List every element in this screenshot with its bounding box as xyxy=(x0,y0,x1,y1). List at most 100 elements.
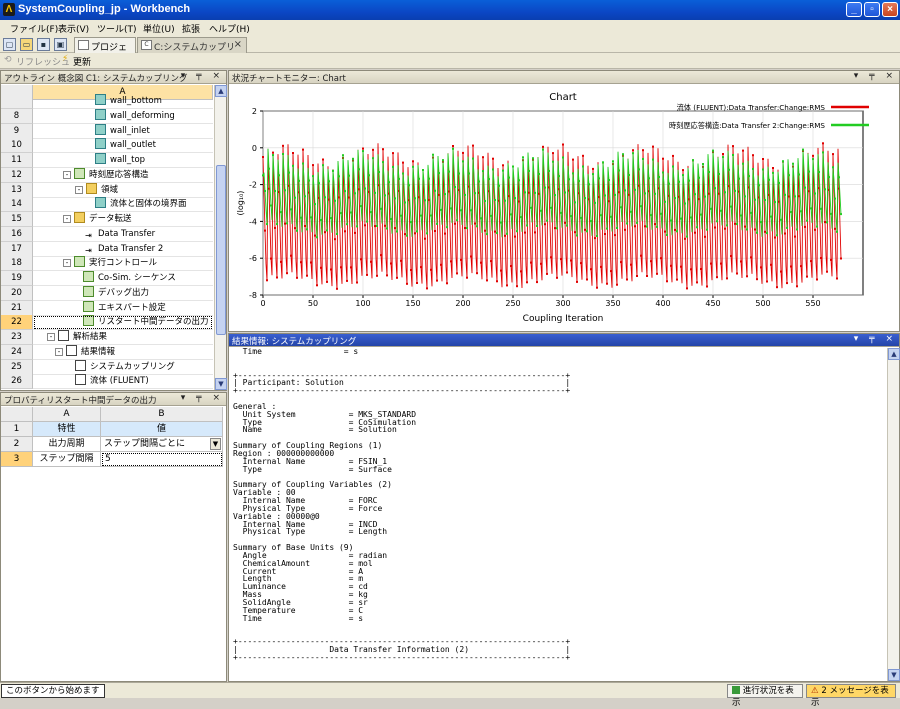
minimize-button[interactable]: _ xyxy=(846,2,862,17)
collapse-toggle-icon[interactable]: - xyxy=(63,259,71,267)
outline-tree-item[interactable]: wall_deforming xyxy=(33,109,213,124)
outline-tree-item[interactable]: - データ転送 xyxy=(33,212,213,227)
collapse-toggle-icon[interactable]: - xyxy=(63,215,71,223)
output-frequency-select[interactable]: ステップ間隔ごとに ▼ xyxy=(101,437,223,452)
outline-tree-item[interactable]: エキスパート設定 xyxy=(33,301,213,316)
outline-tree-item[interactable]: - 解析結果 xyxy=(33,330,213,345)
x-tick-label: 500 xyxy=(755,299,770,308)
series-point xyxy=(566,224,568,227)
outline-tree-item[interactable]: wall_outlet xyxy=(33,138,213,153)
outline-item-label: 結果情報 xyxy=(81,347,116,357)
outline-scroll-thumb[interactable] xyxy=(216,165,226,335)
outline-tree-item[interactable]: - 結果情報 xyxy=(33,345,213,360)
outline-tree-item[interactable]: - 時刻歴応答構造 xyxy=(33,168,213,183)
outline-tree-item[interactable]: システムカップリング xyxy=(33,360,213,375)
outline-tree-item[interactable]: リスタート中間データの出力 xyxy=(33,315,213,330)
outline-item-label: 実行コントロール xyxy=(89,258,158,268)
series-point xyxy=(386,227,388,230)
series-point xyxy=(526,281,528,284)
update-button[interactable]: 更新 xyxy=(73,55,91,68)
series-point xyxy=(644,192,646,195)
menu-view[interactable]: 表示(V) xyxy=(58,22,89,35)
outline-tree-item[interactable]: wall_bottom xyxy=(33,94,213,109)
series-point xyxy=(360,258,362,261)
outline-tree-item[interactable]: wall_top xyxy=(33,153,213,168)
series-point xyxy=(824,188,826,191)
series-point xyxy=(518,179,520,182)
scroll-down-arrow-icon[interactable]: ▼ xyxy=(215,378,227,390)
series-point xyxy=(358,168,360,171)
series-point xyxy=(304,195,306,198)
panel-controls[interactable]: ▾ ╤ × xyxy=(854,71,897,81)
document-icon xyxy=(75,374,86,385)
maximize-button[interactable]: ▫ xyxy=(864,2,880,17)
scroll-down-arrow-icon[interactable]: ▼ xyxy=(888,669,900,681)
series-point xyxy=(368,174,370,177)
outline-item-label: リスタート中間データの出力 xyxy=(98,317,209,327)
series-point xyxy=(666,280,668,283)
outline-tree-item[interactable]: - 実行コントロール xyxy=(33,256,213,271)
outline-tree-item[interactable]: 流体 (FLUENT) xyxy=(33,374,213,389)
outline-tree-item[interactable]: デバッグ出力 xyxy=(33,286,213,301)
series-point xyxy=(638,168,640,171)
series-point xyxy=(348,174,350,177)
menu-file[interactable]: ファイル(F) xyxy=(10,22,58,35)
show-messages-button[interactable]: ⚠ 2 メッセージを表示 xyxy=(806,684,896,708)
series-point xyxy=(784,193,786,196)
collapse-toggle-icon[interactable]: - xyxy=(55,348,63,356)
scroll-up-arrow-icon[interactable]: ▲ xyxy=(215,85,227,97)
series-point xyxy=(652,145,654,148)
outline-tree-item[interactable]: - 領域 xyxy=(33,183,213,198)
menu-help[interactable]: ヘルプ(H) xyxy=(209,22,250,35)
tab-system-coupling[interactable]: C C:システムカップリング × xyxy=(137,37,247,66)
close-button[interactable]: × xyxy=(882,2,898,17)
tab-close-icon[interactable]: × xyxy=(234,39,242,50)
new-file-icon[interactable]: ▢ xyxy=(3,38,16,51)
show-progress-button[interactable]: 進行状況を表示 xyxy=(727,684,803,708)
outline-tree-item[interactable]: wall_inlet xyxy=(33,124,213,139)
start-button[interactable]: このボタンから始めます xyxy=(1,684,105,698)
props-header-value: 値 xyxy=(101,422,223,437)
tab-project[interactable]: プロジェクト xyxy=(74,37,136,66)
series-point xyxy=(610,270,612,273)
dropdown-arrow-icon[interactable]: ▼ xyxy=(210,438,221,450)
menu-extensions[interactable]: 拡張 xyxy=(182,22,200,35)
series-point xyxy=(436,279,438,282)
series-point xyxy=(404,233,406,236)
series-point xyxy=(834,197,836,200)
series-point xyxy=(562,143,564,146)
outline-row-number: 24 xyxy=(1,345,33,360)
menu-tools[interactable]: ツール(T) xyxy=(97,22,137,35)
step-interval-input[interactable]: 5 xyxy=(101,452,223,467)
series-point xyxy=(520,216,522,219)
open-folder-icon[interactable]: ▭ xyxy=(20,38,33,51)
series-point xyxy=(312,175,314,178)
panel-controls[interactable]: ▾ ╤ × xyxy=(854,334,897,344)
window-titlebar: Λ SystemCoupling_jp - Workbench _ ▫ × xyxy=(0,0,900,20)
collapse-toggle-icon[interactable]: - xyxy=(75,186,83,194)
series-point xyxy=(626,278,628,281)
legend-label: 流体 (FLUENT):Data Transfer:Change:RMS xyxy=(677,103,826,112)
collapse-toggle-icon[interactable]: - xyxy=(47,333,55,341)
collapse-toggle-icon[interactable]: - xyxy=(63,171,71,179)
folder-icon xyxy=(86,183,97,194)
results-scrollbar[interactable]: ▲ ▼ xyxy=(887,348,900,681)
menu-units[interactable]: 単位(U) xyxy=(143,22,175,35)
panel-controls[interactable]: ▾ ╤ × xyxy=(181,71,224,81)
series-point xyxy=(504,199,506,202)
series-point xyxy=(486,233,488,236)
save-icon[interactable]: ▪ xyxy=(37,38,50,51)
outline-tree-item[interactable]: ⇥ Data Transfer 2 xyxy=(33,242,213,257)
series-point xyxy=(664,230,666,233)
scroll-up-arrow-icon[interactable]: ▲ xyxy=(888,348,900,360)
series-point xyxy=(790,265,792,268)
series-point xyxy=(686,235,688,238)
save-as-icon[interactable]: ▣ xyxy=(54,38,67,51)
outline-scrollbar[interactable]: ▲ ▼ xyxy=(214,85,227,390)
outline-tree-item[interactable]: ⇥ Data Transfer xyxy=(33,227,213,242)
outline-tree-item[interactable]: Co-Sim. シーケンス xyxy=(33,271,213,286)
outline-item-label: 領域 xyxy=(101,185,119,195)
outline-tree-item[interactable]: 流体と固体の境界面 xyxy=(33,197,213,212)
panel-controls[interactable]: ▾ ╤ × xyxy=(181,393,224,403)
series-point xyxy=(674,228,676,231)
